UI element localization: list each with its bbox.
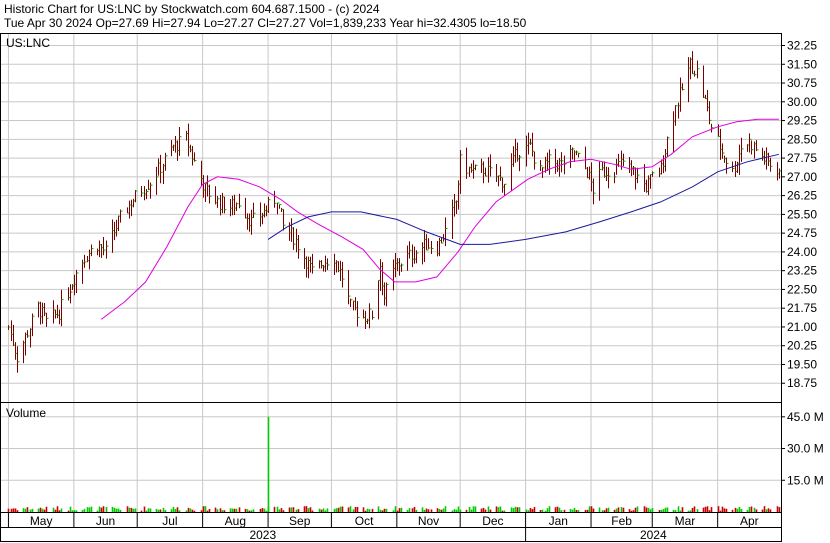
price-tick-label: 23.25 [787, 264, 817, 278]
month-label: Feb [611, 514, 632, 528]
month-axis-frame [0, 512, 782, 528]
volume-bars [7, 416, 781, 512]
price-tick-label: 29.25 [787, 114, 817, 128]
grid-lines [0, 33, 781, 512]
month-label: Oct [355, 514, 374, 528]
price-tick-label: 24.75 [787, 226, 817, 240]
price-tick-label: 27.00 [787, 170, 817, 184]
month-label: Aug [225, 514, 246, 528]
price-tick-label: 21.75 [787, 301, 817, 315]
price-tick-label: 30.75 [787, 76, 817, 90]
month-label: Mar [675, 514, 696, 528]
volume-tick-label: 30.0 M [787, 442, 824, 456]
price-tick-label: 19.50 [787, 357, 817, 371]
month-label: Apr [740, 514, 759, 528]
volume-axis: 45.0 M 30.0 M 15.0 M [781, 410, 824, 487]
year-label: 2024 [640, 528, 667, 542]
year-label: 2023 [249, 528, 276, 542]
chart-frames [0, 33, 782, 542]
moving-average-slow [267, 153, 780, 245]
price-tick-label: 31.50 [787, 57, 817, 71]
price-tick-label: 22.50 [787, 282, 817, 296]
price-tick-label: 24.00 [787, 245, 817, 259]
price-bars [8, 51, 782, 373]
price-axis: 32.25 31.50 30.75 30.00 29.25 28.50 27.75 27.00… [781, 39, 817, 390]
price-tick-label: 30.00 [787, 95, 817, 109]
price-tick-label: 32.25 [787, 39, 817, 53]
price-tick-label: 20.25 [787, 339, 817, 353]
volume-panel-frame [0, 402, 782, 513]
symbol-label: US:LNC [6, 36, 50, 50]
price-tick-label: 25.50 [787, 207, 817, 221]
stock-chart: 32.25 31.50 30.75 30.00 29.25 28.50 27.75 27.00… [0, 33, 824, 542]
volume-tick-label: 45.0 M [787, 410, 824, 424]
month-label: Jul [162, 514, 177, 528]
price-tick-label: 28.50 [787, 132, 817, 146]
month-label: Jun [96, 514, 115, 528]
volume-panel-label: Volume [6, 406, 46, 420]
month-label: Jan [549, 514, 568, 528]
month-label: Nov [418, 514, 439, 528]
price-tick-label: 18.75 [787, 376, 817, 390]
month-label: Dec [482, 514, 503, 528]
month-label: May [30, 514, 53, 528]
price-tick-label: 27.75 [787, 151, 817, 165]
volume-tick-label: 15.0 M [787, 473, 824, 487]
price-tick-label: 26.25 [787, 189, 817, 203]
month-label: Sep [289, 514, 311, 528]
price-tick-label: 21.00 [787, 320, 817, 334]
